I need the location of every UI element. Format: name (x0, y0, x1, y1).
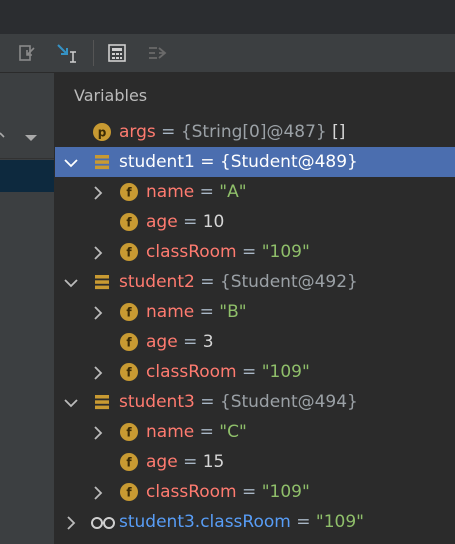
trace-stream-icon[interactable] (144, 40, 170, 66)
svg-text:f: f (126, 246, 132, 260)
step-out-icon[interactable] (16, 40, 42, 66)
field-value: "C" (219, 422, 247, 442)
f-badge-icon: f (119, 362, 139, 382)
svg-text:f: f (126, 216, 132, 230)
f-badge-icon: f (119, 242, 139, 262)
evaluate-expression-icon[interactable] (104, 40, 130, 66)
variable-row-args[interactable]: p args = {String[0]@487} [] (55, 117, 455, 147)
variable-name: student2 (119, 272, 195, 292)
panel-title: Variables (74, 86, 148, 105)
p-badge-icon: p (92, 122, 112, 142)
field-value: "A" (219, 182, 247, 202)
f-badge-icon: f (119, 332, 139, 352)
variable-row-student1[interactable]: student1 = {Student@489} (55, 147, 455, 177)
field-name: name (146, 302, 195, 322)
chevron-right-icon[interactable] (91, 485, 105, 500)
field-name: classRoom (146, 242, 237, 262)
chevron-right-icon[interactable] (91, 425, 105, 440)
svg-text:f: f (126, 186, 132, 200)
field-name: name (146, 182, 195, 202)
field-row-classroom[interactable]: f classRoom = "109" (55, 357, 455, 387)
svg-text:f: f (126, 456, 132, 470)
field-name: age (146, 212, 178, 232)
svg-text:p: p (98, 126, 107, 140)
watch-expression: student3.classRoom (119, 512, 291, 532)
variable-name: student1 (119, 152, 195, 172)
svg-text:f: f (126, 486, 132, 500)
field-value: "B" (219, 302, 247, 322)
field-name: age (146, 452, 178, 472)
watch-row[interactable]: student3.classRoom = "109" (55, 507, 455, 537)
variable-row-student2[interactable]: student2 = {Student@492} (55, 267, 455, 297)
object-stack-icon (92, 392, 112, 412)
field-row-age[interactable]: f age = 3 (55, 327, 455, 357)
variable-name: args (119, 122, 156, 142)
variable-value: {Student@492} (219, 272, 358, 292)
chevron-right-icon[interactable] (91, 365, 105, 380)
chevron-down-icon[interactable] (64, 275, 78, 289)
debugger-toolbar (0, 34, 455, 73)
field-name: classRoom (146, 482, 237, 502)
field-row-age[interactable]: f age = 10 (55, 207, 455, 237)
chevron-down-icon[interactable] (64, 395, 78, 409)
field-row-classroom[interactable]: f classRoom = "109" (55, 477, 455, 507)
variable-name: student3 (119, 392, 195, 412)
selected-frame[interactable] (0, 160, 54, 192)
chevron-down-icon[interactable] (64, 155, 78, 169)
field-name: age (146, 332, 178, 352)
f-badge-icon: f (119, 482, 139, 502)
chevron-right-icon[interactable] (91, 305, 105, 320)
svg-text:f: f (126, 426, 132, 440)
chevron-right-icon[interactable] (91, 245, 105, 260)
f-badge-icon: f (119, 422, 139, 442)
field-row-name[interactable]: f name = "B" (55, 297, 455, 327)
run-to-cursor-icon[interactable] (54, 40, 80, 66)
svg-text:f: f (126, 336, 132, 350)
field-row-name[interactable]: f name = "C" (55, 417, 455, 447)
watch-value: "109" (315, 512, 364, 532)
chevron-right-icon[interactable] (91, 185, 105, 200)
f-badge-icon: f (119, 302, 139, 322)
glasses-watch-icon (90, 512, 116, 532)
svg-text:f: f (126, 366, 132, 380)
thread-selector[interactable] (0, 120, 54, 159)
object-stack-icon (92, 272, 112, 292)
field-value: 15 (202, 452, 225, 472)
toolbar-separator (93, 40, 94, 66)
title-bar (0, 0, 455, 34)
svg-text:f: f (126, 306, 132, 320)
chevron-right-icon[interactable] (64, 515, 78, 530)
field-value: "109" (261, 242, 310, 262)
variable-value: {String[0]@487} (180, 122, 327, 142)
object-stack-icon (92, 152, 112, 172)
f-badge-icon: f (119, 182, 139, 202)
variable-row-student3[interactable]: student3 = {Student@494} (55, 387, 455, 417)
field-row-classroom[interactable]: f classRoom = "109" (55, 237, 455, 267)
f-badge-icon: f (119, 212, 139, 232)
f-badge-icon: f (119, 452, 139, 472)
field-name: classRoom (146, 362, 237, 382)
variable-value: {Student@489} (219, 152, 358, 172)
field-value: 3 (202, 332, 214, 352)
field-value: 10 (202, 212, 225, 232)
field-name: name (146, 422, 195, 442)
field-value: "109" (261, 362, 310, 382)
field-value: "109" (261, 482, 310, 502)
field-row-name[interactable]: f name = "A" (55, 177, 455, 207)
field-row-age[interactable]: f age = 15 (55, 447, 455, 477)
variable-value: {Student@494} (219, 392, 358, 412)
